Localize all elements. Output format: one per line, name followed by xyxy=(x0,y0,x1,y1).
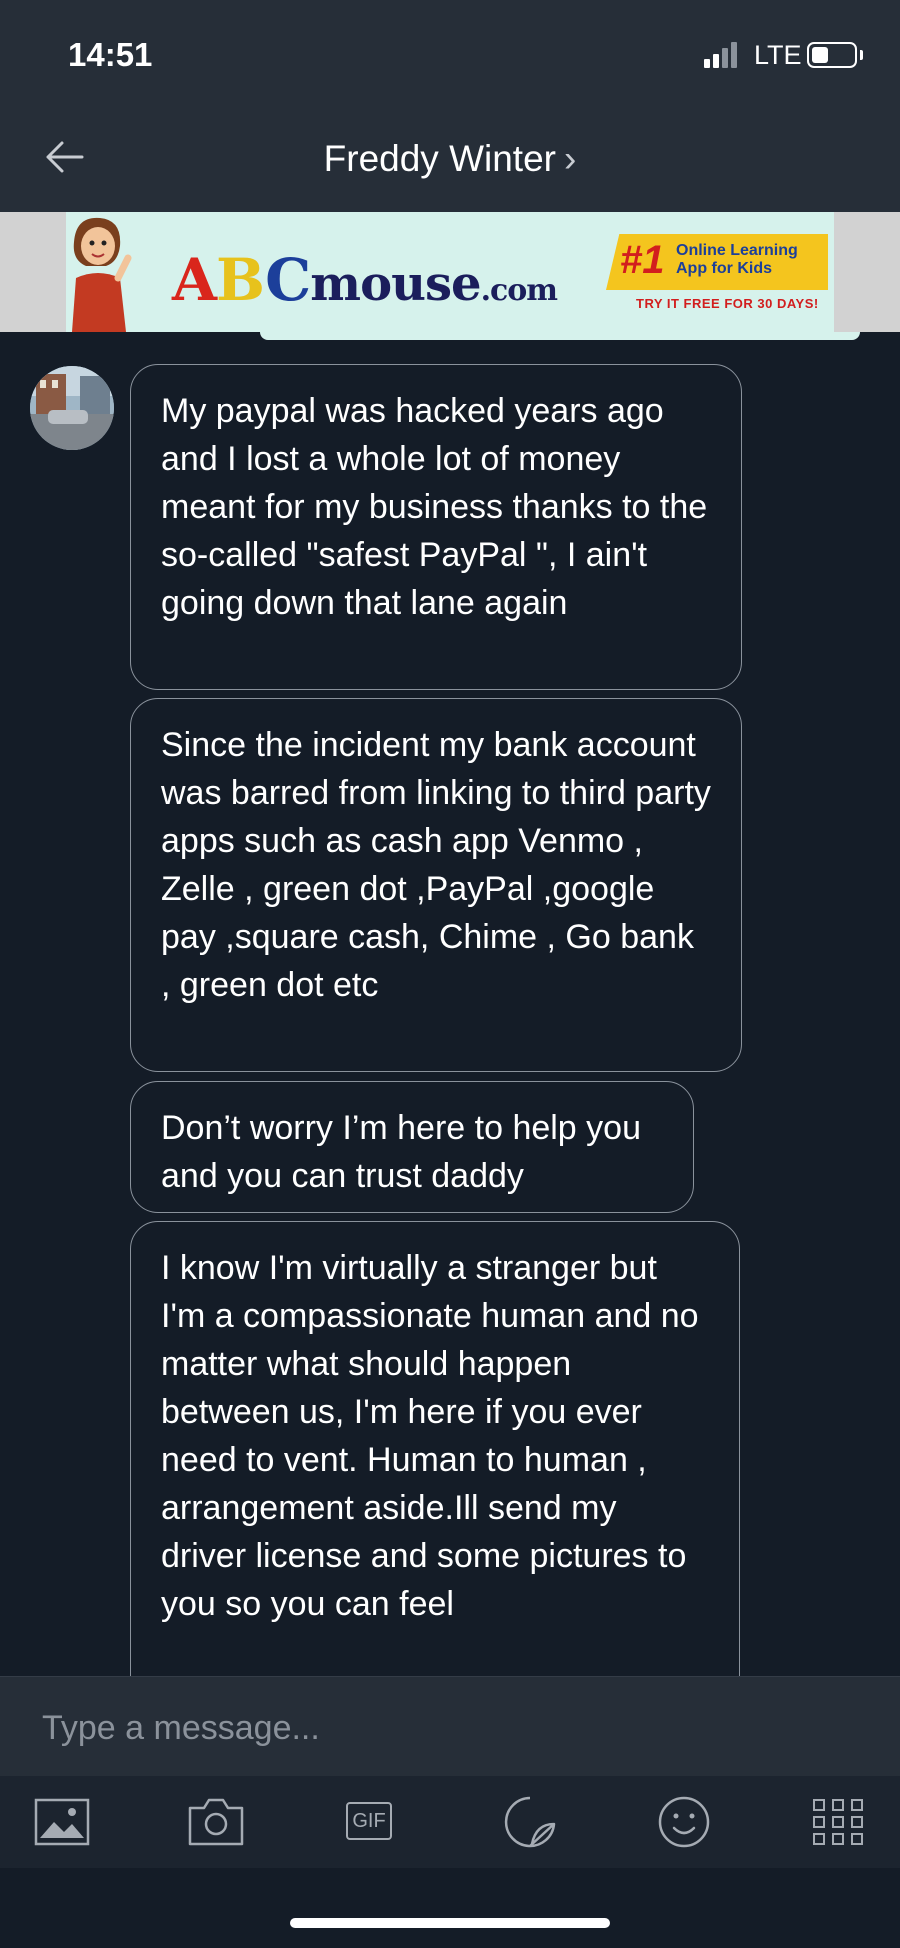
gif-label: GIF xyxy=(346,1802,392,1840)
network-label: LTE xyxy=(754,40,802,70)
contact-name-button[interactable]: Freddy Winter › xyxy=(0,138,900,180)
home-area xyxy=(0,1868,900,1948)
logo-text: mouse xyxy=(310,256,481,312)
contact-name: Freddy Winter xyxy=(323,138,556,179)
ad-badge: #1 Online Learning App for Kids xyxy=(606,234,828,290)
sticker-icon[interactable] xyxy=(500,1794,560,1850)
message-composer xyxy=(0,1676,900,1777)
ad-rank: #1 xyxy=(620,238,665,282)
battery-tip xyxy=(860,50,863,60)
message-input[interactable] xyxy=(40,1697,864,1759)
nav-bar: Freddy Winter › xyxy=(0,100,900,212)
attachment-toolbar: GIF xyxy=(0,1776,900,1868)
signal-icon xyxy=(704,42,740,68)
emoji-icon[interactable] xyxy=(654,1794,714,1850)
message-bubble[interactable]: My paypal was hacked years ago and I los… xyxy=(130,364,742,690)
camera-icon[interactable] xyxy=(186,1794,246,1850)
gif-icon[interactable]: GIF xyxy=(340,1794,400,1850)
battery-icon xyxy=(807,42,857,68)
status-time: 14:51 xyxy=(68,36,153,73)
avatar[interactable] xyxy=(30,366,114,450)
message-bubble[interactable]: Don’t worry I’m here to help you and you… xyxy=(130,1081,694,1213)
message-bubble[interactable]: I know I'm virtually a stranger but I'm … xyxy=(130,1221,740,1676)
ad-character-image xyxy=(66,212,132,332)
image-icon[interactable] xyxy=(32,1794,92,1850)
logo-letter-c: C xyxy=(265,246,311,314)
ad-cta[interactable]: TRY IT FREE FOR 30 DAYS! xyxy=(636,296,819,311)
ad-banner[interactable]: ABCmouse.com #1 Online Learning App for … xyxy=(0,212,900,332)
status-bar: 14:51 LTE xyxy=(0,0,900,100)
ad-badge-text: Online Learning App for Kids xyxy=(676,242,798,277)
ad-logo: ABCmouse.com xyxy=(172,246,558,314)
ad-content[interactable]: ABCmouse.com #1 Online Learning App for … xyxy=(66,212,834,332)
ad-bottom-edge xyxy=(260,332,860,340)
apps-grid-icon[interactable] xyxy=(808,1794,868,1850)
home-indicator[interactable] xyxy=(290,1918,610,1928)
logo-domain: .com xyxy=(480,273,558,308)
message-bubble[interactable]: Since the incident my bank account was b… xyxy=(130,698,742,1072)
chevron-right-icon: › xyxy=(564,138,577,179)
logo-letter-a: A xyxy=(172,246,217,314)
logo-letter-b: B xyxy=(216,246,266,314)
message-list[interactable]: My paypal was hacked years ago and I los… xyxy=(0,340,900,1676)
